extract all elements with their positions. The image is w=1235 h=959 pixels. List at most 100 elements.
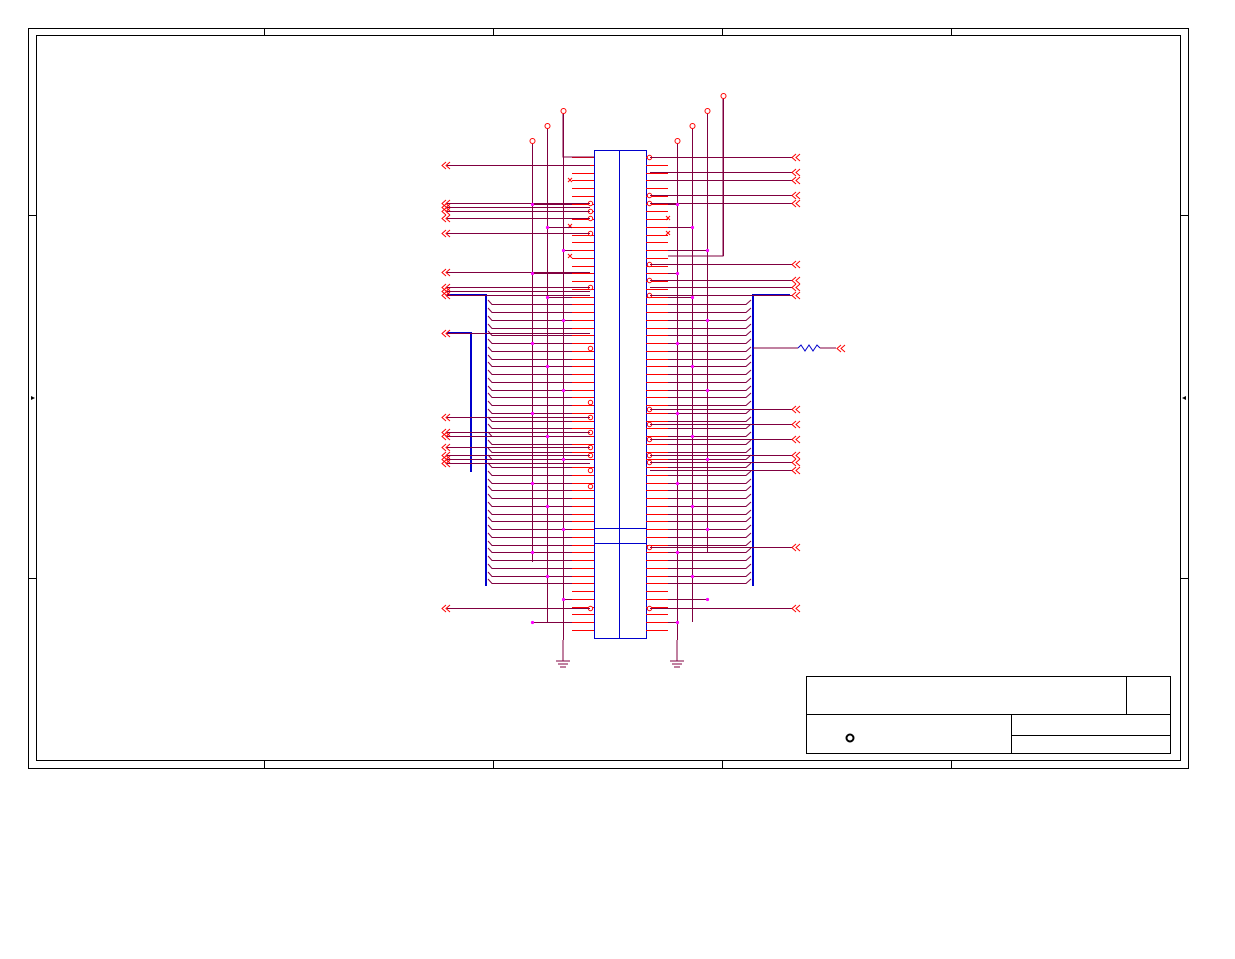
junction-dot <box>530 271 535 276</box>
bus-entry-right <box>668 323 752 329</box>
junction-dot <box>675 620 680 625</box>
junction-dot <box>545 504 550 509</box>
center-arrow-left-icon <box>31 396 35 400</box>
bus-entry-left <box>487 470 572 476</box>
no-connect-mark <box>567 253 573 259</box>
bus-entry-left <box>487 509 572 515</box>
bus-entry-left <box>487 571 572 577</box>
bus-entry-left <box>487 323 572 329</box>
open-circle-icon <box>587 399 594 406</box>
junction-dot <box>545 295 550 300</box>
bus-entry-left <box>487 408 572 414</box>
junction-dot <box>561 527 566 532</box>
junction-dot <box>705 248 710 253</box>
open-circle-icon <box>560 108 567 114</box>
junction-dot <box>690 434 695 439</box>
bus-entry-right <box>668 354 752 360</box>
junction-dot <box>561 597 566 602</box>
junction-dot <box>690 225 695 230</box>
connector-body <box>594 150 647 639</box>
bus-entry-right <box>668 431 752 437</box>
bus-entry-left <box>487 377 572 383</box>
bus-entry-right <box>668 330 752 336</box>
open-circle-icon <box>674 138 681 144</box>
bus-entry-right <box>668 509 752 515</box>
junction-dot <box>530 481 535 486</box>
open-circle-icon <box>587 345 594 352</box>
bus-entry-left <box>487 307 572 313</box>
schematic-sheet <box>0 0 1235 954</box>
bus-entry-left <box>487 524 572 530</box>
data-bus-right <box>752 294 790 586</box>
bus-entry-right <box>668 377 752 383</box>
bus-entry-right <box>668 532 752 538</box>
junction-dot <box>690 295 695 300</box>
center-arrow-right-icon <box>1182 396 1186 400</box>
bus-entry-left <box>487 563 572 569</box>
open-circle-icon <box>529 138 536 144</box>
bus-entry-left <box>487 547 572 553</box>
bus-entry-left <box>487 338 572 344</box>
junction-dot <box>545 364 550 369</box>
junction-dot <box>561 388 566 393</box>
schematic-drawing <box>28 28 1189 769</box>
double-chevron-left-icon <box>795 176 801 185</box>
open-circle-icon <box>544 123 551 129</box>
double-chevron-left-icon <box>795 199 801 208</box>
bus-entry-right <box>668 361 752 367</box>
junction-dot <box>675 481 680 486</box>
resistor-icon <box>753 344 836 352</box>
ground-icon <box>670 640 684 668</box>
open-circle-icon <box>689 123 696 129</box>
double-chevron-left-icon <box>795 153 801 162</box>
double-chevron-left-icon <box>795 276 801 285</box>
junction-dot <box>690 574 695 579</box>
bus-entry-right <box>668 578 752 584</box>
bus-entry-left <box>487 555 572 561</box>
bus-entry-left <box>487 493 572 499</box>
double-chevron-left-icon <box>795 260 801 269</box>
junction-dot <box>675 550 680 555</box>
pins-right <box>646 154 671 631</box>
junction-dot <box>545 574 550 579</box>
bus-entry-right <box>668 478 752 484</box>
bus-entry-right <box>668 416 752 422</box>
open-circle-icon <box>704 108 711 114</box>
bus-entry-right <box>668 555 752 561</box>
bus-entry-left <box>487 516 572 522</box>
bus-entry-right <box>668 493 752 499</box>
junction-dot <box>530 620 535 625</box>
bus-entry-right <box>668 315 752 321</box>
junction-dot <box>675 411 680 416</box>
bus-entry-left <box>487 315 572 321</box>
double-chevron-left-icon <box>795 168 801 177</box>
bus-entry-right <box>668 392 752 398</box>
data-bus-left <box>447 294 487 586</box>
junction-dot <box>675 271 680 276</box>
bus-entry-right <box>668 563 752 569</box>
bus-entry-right <box>668 524 752 530</box>
bus-entry-left <box>487 540 572 546</box>
junction-dot <box>690 364 695 369</box>
double-chevron-left-icon <box>795 458 801 467</box>
junction-dot <box>561 457 566 462</box>
bus-entry-left <box>487 299 572 305</box>
bus-entry-right <box>668 485 752 491</box>
junction-dot <box>690 504 695 509</box>
double-chevron-left-icon <box>795 191 801 200</box>
bus-entry-right <box>668 547 752 553</box>
bus-entry-left <box>487 392 572 398</box>
bus-entry-left <box>487 346 572 352</box>
bus-entry-right <box>668 307 752 313</box>
double-chevron-left-icon <box>795 451 801 460</box>
double-chevron-left-icon <box>795 435 801 444</box>
bus-entry-left <box>487 485 572 491</box>
double-chevron-left-icon <box>795 420 801 429</box>
bus-entry-left <box>487 423 572 429</box>
junction-dot <box>675 202 680 207</box>
junction-dot <box>705 388 710 393</box>
bus-entry-left <box>487 578 572 584</box>
sheet-border <box>28 28 1189 769</box>
bus-entry-right <box>668 462 752 468</box>
title-block <box>806 676 1171 754</box>
